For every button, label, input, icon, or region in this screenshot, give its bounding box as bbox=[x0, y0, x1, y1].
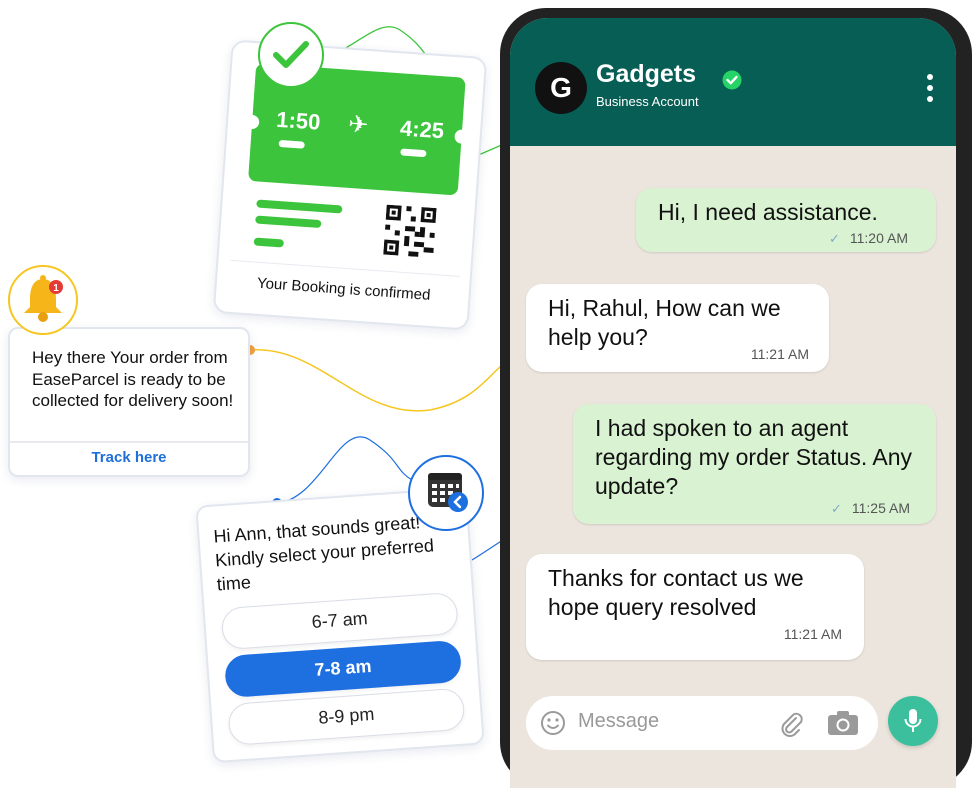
sent-tick-icon: ✓ bbox=[830, 501, 842, 516]
slot-option[interactable]: 8-9 pm bbox=[227, 687, 466, 746]
message-text: Hi, I need assistance. bbox=[658, 199, 878, 225]
ticket-detail-line bbox=[253, 237, 285, 248]
booking-status-text: Your Booking is confirmed bbox=[228, 259, 460, 306]
message-text: Thanks for contact us we hope query reso… bbox=[548, 565, 804, 620]
chat-header: G Gadgets Business Account bbox=[510, 18, 956, 146]
message-incoming: Hi, Rahul, How can we help you? 11:21 AM bbox=[526, 284, 829, 372]
bell-icon: 1 bbox=[8, 265, 78, 335]
avatar[interactable]: G bbox=[535, 62, 587, 114]
paperclip-icon[interactable] bbox=[776, 708, 806, 738]
message-text: Hi, Rahul, How can we help you? bbox=[548, 295, 781, 350]
message-outgoing: I had spoken to an agent regarding my or… bbox=[573, 404, 936, 524]
track-here-link[interactable]: Track here bbox=[10, 449, 248, 466]
emoji-icon[interactable] bbox=[540, 710, 566, 736]
microphone-icon bbox=[904, 709, 922, 732]
contact-name[interactable]: Gadgets bbox=[596, 60, 696, 89]
message-incoming: Thanks for contact us we hope query reso… bbox=[526, 554, 864, 660]
departure-time: 1:50 bbox=[275, 106, 322, 135]
verified-icon bbox=[722, 70, 742, 90]
microphone-button[interactable] bbox=[888, 696, 938, 746]
booking-confirmation-card: 1:50 ✈ 4:25 Your Booking is confirmed bbox=[212, 39, 488, 331]
message-outgoing: Hi, I need assistance. ✓ 11:20 AM bbox=[636, 188, 936, 252]
whatsapp-screen: G Gadgets Business Account Hi, I need as… bbox=[510, 18, 956, 788]
divider bbox=[10, 441, 248, 443]
camera-icon[interactable] bbox=[826, 709, 860, 737]
message-composer[interactable]: Message bbox=[526, 696, 878, 750]
ticket-detail-line bbox=[255, 215, 322, 229]
message-time: 11:25 AM bbox=[851, 500, 910, 516]
order-message: Hey there Your order from EaseParcel is … bbox=[32, 348, 234, 410]
message-input[interactable]: Message bbox=[578, 710, 659, 733]
ticket-detail-line bbox=[256, 199, 343, 214]
chat-area: Hi, I need assistance. ✓ 11:20 AM Hi, Rah… bbox=[510, 146, 956, 788]
message-time: 11:21 AM bbox=[750, 346, 809, 362]
checkmark-icon bbox=[258, 22, 324, 88]
contact-subtitle: Business Account bbox=[596, 94, 699, 109]
phone-frame: G Gadgets Business Account Hi, I need as… bbox=[500, 8, 972, 788]
message-time: 11:21 AM bbox=[783, 626, 842, 642]
arrival-time: 4:25 bbox=[399, 115, 445, 144]
order-notification-card: Hey there Your order from EaseParcel is … bbox=[8, 327, 250, 477]
message-text: I had spoken to an agent regarding my or… bbox=[595, 415, 913, 499]
more-vertical-icon[interactable] bbox=[926, 74, 934, 104]
sent-tick-icon: ✓ bbox=[828, 231, 840, 246]
notification-count: 1 bbox=[53, 283, 59, 294]
airplane-icon: ✈ bbox=[347, 110, 370, 140]
message-time: 11:20 AM bbox=[849, 230, 908, 246]
qr-code-icon bbox=[383, 204, 437, 257]
calendar-icon bbox=[408, 455, 484, 531]
